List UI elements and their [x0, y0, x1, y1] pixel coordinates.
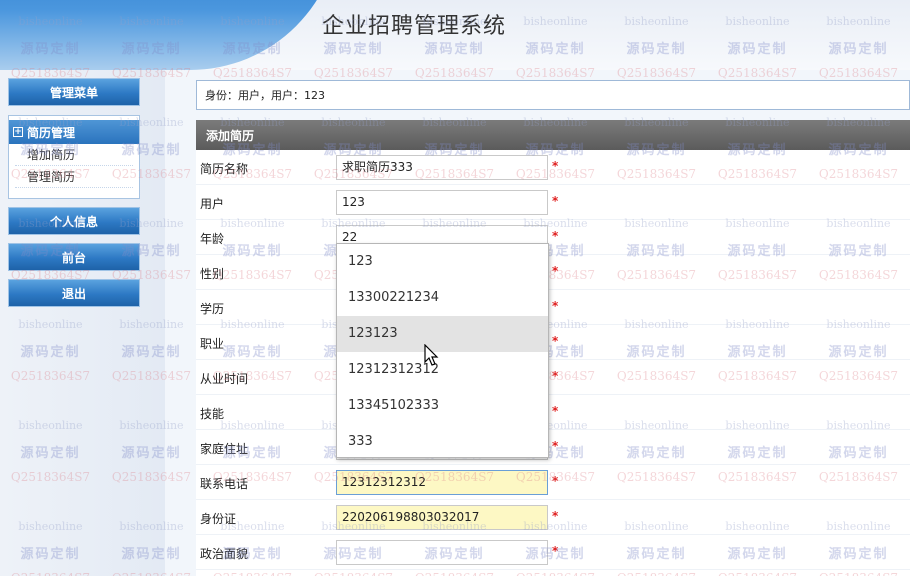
sidebar-item-add-resume[interactable]: 增加简历: [15, 144, 133, 166]
resume-section-header[interactable]: + 简历管理: [9, 120, 139, 144]
field-label: 学历: [200, 302, 225, 316]
admin-menu-button[interactable]: 管理菜单: [8, 78, 140, 106]
field-label: 从业时间: [200, 372, 249, 386]
required-mark: *: [552, 439, 559, 453]
form-row: 性别 *: [196, 255, 910, 290]
required-mark: *: [552, 264, 559, 278]
app-title: 企业招聘管理系统: [322, 14, 507, 39]
form-row: 年龄 22 *: [196, 220, 910, 255]
mouse-pointer-icon: [424, 344, 439, 366]
required-mark: *: [552, 299, 559, 313]
autocomplete-dropdown: 123 13300221234 123123 12312312312 13345…: [336, 243, 549, 458]
autocomplete-option[interactable]: 333: [337, 424, 548, 460]
field-label: 家庭住址: [200, 442, 249, 456]
identity-bar: 身份：用户，用户：123: [196, 80, 910, 110]
required-mark: *: [552, 369, 559, 383]
field-label: 用户: [200, 197, 225, 211]
field-label: 联系电话: [200, 477, 249, 491]
field-label: 年龄: [200, 232, 225, 246]
resume-section-label: 简历管理: [27, 125, 76, 140]
id-card-input[interactable]: 220206198803032017: [336, 505, 548, 530]
form-title: 添加简历: [196, 120, 910, 150]
field-label: 职业: [200, 337, 225, 351]
resume-form: 简历名称 求职简历333 * 用户 123 * 年龄 22 * 性别 * 学历 …: [196, 150, 910, 576]
autocomplete-option[interactable]: 123: [337, 244, 548, 280]
expand-icon: +: [13, 127, 23, 137]
required-mark: *: [552, 229, 559, 243]
sidebar-item-manage-resume[interactable]: 管理简历: [15, 166, 133, 188]
form-row: 简历名称 求职简历333 *: [196, 150, 910, 185]
personal-info-button[interactable]: 个人信息: [8, 207, 140, 235]
resume-name-input[interactable]: 求职简历333: [336, 155, 548, 180]
field-label: 政治面貌: [200, 547, 249, 561]
field-label: 性别: [200, 267, 225, 281]
header: 企业招聘管理系统: [0, 0, 910, 70]
autocomplete-option[interactable]: 12312312312: [337, 352, 548, 388]
autocomplete-option[interactable]: 13345102333: [337, 388, 548, 424]
required-mark: *: [552, 334, 559, 348]
form-row: 从业时间 *: [196, 360, 910, 395]
required-mark: *: [552, 404, 559, 418]
autocomplete-option[interactable]: 13300221234: [337, 280, 548, 316]
field-label: 身份证: [200, 512, 237, 526]
form-row: 家庭住址 *: [196, 430, 910, 465]
required-mark: *: [552, 509, 559, 523]
field-label: 简历名称: [200, 162, 249, 176]
required-mark: *: [552, 474, 559, 488]
required-mark: *: [552, 544, 559, 558]
phone-input[interactable]: 12312312312: [336, 470, 548, 495]
form-row: 职业 *: [196, 325, 910, 360]
sidebar: 管理菜单 + 简历管理 增加简历 管理简历 个人信息 前台 退出: [0, 70, 165, 576]
required-mark: *: [552, 194, 559, 208]
front-page-button[interactable]: 前台: [8, 243, 140, 271]
form-row: 政治面貌 *: [196, 535, 910, 570]
autocomplete-option[interactable]: 123123: [337, 316, 548, 352]
form-row: 用户 123 *: [196, 185, 910, 220]
form-row: 技能 *: [196, 395, 910, 430]
form-row: 学历 *: [196, 290, 910, 325]
political-status-input[interactable]: [336, 540, 548, 565]
user-input[interactable]: 123: [336, 190, 548, 215]
required-mark: *: [552, 159, 559, 173]
logout-button[interactable]: 退出: [8, 279, 140, 307]
resume-menu-panel: + 简历管理 增加简历 管理简历: [8, 115, 140, 199]
form-row: 身份证 220206198803032017 *: [196, 500, 910, 535]
form-row: 联系电话 12312312312 *: [196, 465, 910, 500]
field-label: 技能: [200, 407, 225, 421]
header-swoosh: [0, 0, 340, 70]
